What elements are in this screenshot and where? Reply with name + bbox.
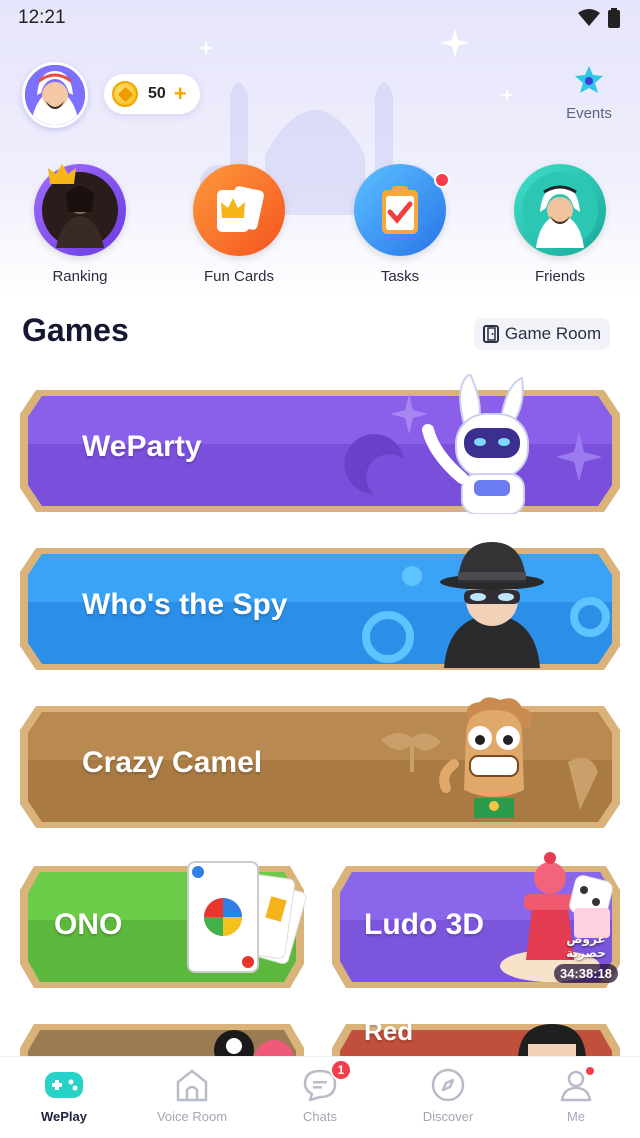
shortcut-fun-cards-label: Fun Cards (203, 268, 275, 285)
status-time: 12:21 (18, 7, 66, 28)
game-room-label: Game Room (504, 324, 602, 343)
tab-voice-room[interactable]: Voice Room (132, 1065, 252, 1124)
game-card-ono[interactable]: ONO (14, 860, 310, 994)
ludo-promo-text: عروض حصرية (566, 932, 606, 960)
tab-chats[interactable]: 1 Chats (260, 1059, 380, 1124)
camel-character (439, 697, 532, 818)
tab-voice-room-label: Voice Room (156, 1109, 228, 1124)
ludo-promo-timer: 34:38:18 (553, 964, 619, 983)
game-card-whos-the-spy-title: Who's the Spy (82, 588, 288, 621)
coin-icon (112, 81, 138, 107)
spy-character (440, 542, 544, 668)
red-game-character (518, 1024, 586, 1058)
events-button[interactable]: Events (564, 64, 614, 122)
tab-discover[interactable]: Discover (388, 1065, 508, 1124)
sparkle-icon (500, 88, 514, 102)
tasks-icon (354, 164, 446, 256)
status-bar: 12:21 (0, 0, 640, 36)
door-icon (482, 325, 499, 343)
ono-cards-illustration (187, 861, 307, 973)
game-card-weparty[interactable]: WeParty (14, 374, 626, 518)
friends-icon (514, 164, 606, 256)
battery-icon (608, 8, 620, 28)
add-coins-button[interactable]: + (174, 83, 187, 105)
shortcut-row: Ranking Fun Cards Tasks Friends (0, 150, 640, 290)
person-icon (516, 1065, 636, 1105)
game-card-ludo-3d-title: Ludo 3D (364, 908, 484, 941)
shortcut-ranking-label: Ranking (52, 268, 108, 285)
shortcut-ranking[interactable]: Ranking (20, 164, 140, 285)
chat-bubble-icon: 1 (260, 1059, 380, 1105)
game-card-crazy-camel[interactable]: Crazy Camel (14, 697, 626, 834)
shortcut-friends-label: Friends (534, 268, 586, 285)
fun-cards-icon (193, 164, 285, 256)
game-card-crazy-camel-title: Crazy Camel (82, 746, 263, 779)
coin-count: 50 (148, 85, 166, 102)
shortcut-fun-cards[interactable]: Fun Cards (179, 164, 299, 285)
games-title: Games (22, 312, 129, 348)
gamepad-icon (4, 1065, 124, 1105)
game-card-partial-left[interactable] (14, 1018, 310, 1058)
tab-me-label: Me (566, 1109, 586, 1124)
coin-balance[interactable]: 50 + (104, 74, 200, 114)
tab-me[interactable]: Me (516, 1065, 636, 1124)
ludo-promo: عروض حصرية 34:38:18 (548, 932, 624, 983)
me-notification-dot (584, 1065, 596, 1077)
billiard-ball-icon (214, 1030, 294, 1058)
crown-icon (48, 164, 76, 184)
shortcut-friends[interactable]: Friends (500, 164, 620, 285)
tab-weplay-label: WePlay (40, 1109, 87, 1124)
events-label: Events (566, 105, 612, 122)
avatar-image (25, 65, 85, 125)
events-star-icon (575, 66, 603, 93)
tab-discover-label: Discover (422, 1109, 474, 1124)
shortcut-tasks[interactable]: Tasks (340, 164, 460, 285)
game-card-whos-the-spy[interactable]: Who's the Spy (14, 542, 626, 676)
sparkle-icon (198, 40, 214, 56)
game-card-ludo-3d[interactable]: عروض حصرية 34:38:18 Ludo 3D (326, 852, 626, 994)
chats-unread-badge: 1 (330, 1059, 352, 1081)
tab-chats-label: Chats (303, 1109, 337, 1124)
wifi-icon (578, 9, 600, 26)
shortcut-tasks-label: Tasks (380, 268, 420, 285)
home-icon (132, 1065, 252, 1105)
bottom-tab-bar: WePlay Voice Room 1 Chats Discover Me (0, 1056, 640, 1138)
game-card-weparty-title: WeParty (82, 430, 202, 463)
compass-icon (388, 1065, 508, 1105)
tab-weplay[interactable]: WePlay (4, 1065, 124, 1124)
weparty-mascot (422, 374, 529, 514)
game-room-button[interactable]: Game Room (474, 318, 610, 350)
game-card-red[interactable]: Red (326, 1018, 626, 1058)
game-card-red-title: Red (364, 1018, 414, 1046)
status-icons (578, 8, 620, 28)
user-avatar[interactable] (22, 62, 88, 128)
game-card-ono-title: ONO (54, 908, 123, 941)
tasks-notification-dot (434, 172, 450, 188)
